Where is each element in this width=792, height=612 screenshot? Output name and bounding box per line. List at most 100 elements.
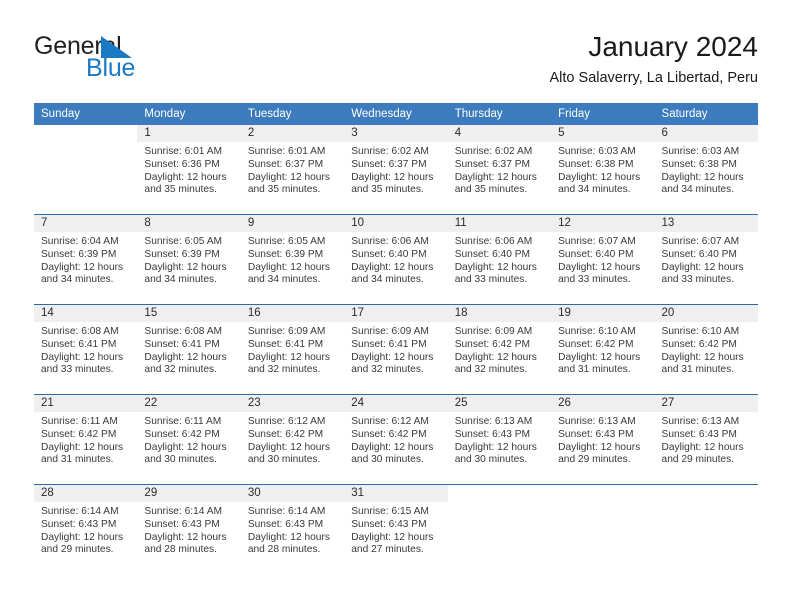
day-number: 4	[447, 125, 552, 142]
week-cells: 28 Sunrise: 6:14 AM Sunset: 6:43 PM Dayligh…	[34, 485, 758, 573]
day-detail-line: Sunset: 6:42 PM	[454, 338, 531, 350]
day-cell[interactable]: 17 Sunrise: 6:09 AM Sunset: 6:41 PM Dayligh…	[344, 305, 448, 393]
day-detail-line: Daylight: 12 hours	[144, 171, 227, 183]
day-detail-line: and 33 minutes.	[661, 274, 735, 286]
day-detail-line: Sunset: 6:42 PM	[144, 428, 220, 440]
day-detail-line: Daylight: 12 hours	[247, 531, 330, 543]
weekday-header-row: Sunday Monday Tuesday Wednesday Thursday Frid…	[34, 103, 758, 125]
day-details: Sunrise: 6:03 AM Sunset: 6:38 PM Daylight:…	[655, 142, 758, 197]
day-detail-line: Sunset: 6:43 PM	[144, 518, 220, 530]
day-cell[interactable]: 29 Sunrise: 6:14 AM Sunset: 6:43 PM Dayligh…	[137, 485, 241, 573]
day-detail-line: and 33 minutes.	[558, 274, 631, 286]
day-details	[551, 502, 654, 506]
day-detail-line: Sunset: 6:42 PM	[41, 428, 117, 440]
day-detail-line: Sunrise: 6:04 AM	[41, 236, 119, 247]
day-number: 30	[240, 485, 345, 502]
day-detail-line: Sunrise: 6:02 AM	[351, 146, 429, 157]
day-number: 25	[447, 395, 552, 412]
week-cells: 21 Sunrise: 6:11 AM Sunset: 6:42 PM Dayligh…	[34, 395, 758, 483]
day-detail-line: Sunset: 6:42 PM	[661, 338, 737, 350]
day-cell[interactable]: 1 Sunrise: 6:01 AM Sunset: 6:36 PM Daylight…	[137, 125, 241, 213]
day-detail-line: Sunrise: 6:07 AM	[661, 236, 740, 247]
day-details: Sunrise: 6:14 AM Sunset: 6:43 PM Daylight:…	[34, 502, 137, 557]
logo-text-blue: Blue	[86, 54, 136, 82]
day-cell[interactable]: 31 Sunrise: 6:15 AM Sunset: 6:43 PM Dayligh…	[344, 485, 448, 573]
day-cell[interactable]: 19 Sunrise: 6:10 AM Sunset: 6:42 PM Dayligh…	[551, 305, 655, 393]
day-detail-line: Sunset: 6:43 PM	[247, 518, 324, 530]
day-detail-line: and 35 minutes.	[247, 184, 321, 196]
day-detail-line: Daylight: 12 hours	[247, 261, 330, 273]
day-cell[interactable]: 5 Sunrise: 6:03 AM Sunset: 6:38 PM Daylight…	[551, 125, 655, 213]
weekday-header-monday: Monday	[144, 108, 186, 120]
day-number: 8	[137, 215, 241, 232]
day-detail-line: Daylight: 12 hours	[144, 261, 227, 273]
day-cell[interactable]: 25 Sunrise: 6:13 AM Sunset: 6:43 PM Dayligh…	[447, 395, 552, 483]
day-detail-line: Sunset: 6:42 PM	[558, 338, 634, 350]
day-number: 13	[654, 215, 758, 232]
day-cell[interactable]: 11 Sunrise: 6:06 AM Sunset: 6:40 PM Dayligh…	[447, 215, 552, 303]
weekday-header-tuesday: Tuesday	[247, 108, 292, 120]
day-number: 20	[654, 305, 758, 322]
day-cell[interactable]: 21 Sunrise: 6:11 AM Sunset: 6:42 PM Dayligh…	[34, 395, 138, 483]
day-detail-line: Sunrise: 6:14 AM	[144, 506, 223, 517]
weekday-header-wednesday: Wednesday	[351, 108, 412, 120]
day-number: 23	[240, 395, 345, 412]
day-cell[interactable]: 30 Sunrise: 6:14 AM Sunset: 6:43 PM Dayligh…	[240, 485, 345, 573]
day-detail-line: Sunset: 6:43 PM	[661, 428, 737, 440]
day-cell[interactable]: 15 Sunrise: 6:08 AM Sunset: 6:41 PM Dayligh…	[137, 305, 241, 393]
day-detail-line: Daylight: 12 hours	[661, 351, 744, 363]
day-cell[interactable]: 26 Sunrise: 6:13 AM Sunset: 6:43 PM Dayligh…	[551, 395, 655, 483]
day-detail-line: Daylight: 12 hours	[41, 531, 124, 543]
day-cell[interactable]: 12 Sunrise: 6:07 AM Sunset: 6:40 PM Dayligh…	[551, 215, 655, 303]
day-cell[interactable]: 28 Sunrise: 6:14 AM Sunset: 6:43 PM Dayligh…	[34, 485, 138, 573]
day-detail-line: and 27 minutes.	[351, 544, 424, 556]
day-cell[interactable]: 14 Sunrise: 6:08 AM Sunset: 6:41 PM Dayligh…	[34, 305, 138, 393]
day-details	[655, 502, 758, 506]
day-detail-line: Daylight: 12 hours	[351, 531, 434, 543]
day-details: Sunrise: 6:11 AM Sunset: 6:42 PM Daylight:…	[34, 412, 137, 467]
day-cell[interactable]: 2 Sunrise: 6:01 AM Sunset: 6:37 PM Daylight…	[240, 125, 345, 213]
day-detail-line: Daylight: 12 hours	[247, 441, 330, 453]
day-number: 7	[34, 215, 138, 232]
day-detail-line: Sunrise: 6:12 AM	[247, 416, 326, 427]
day-cell[interactable]: 4 Sunrise: 6:02 AM Sunset: 6:37 PM Daylight…	[447, 125, 552, 213]
day-detail-line: Sunrise: 6:13 AM	[661, 416, 740, 427]
day-cell[interactable]: 9 Sunrise: 6:05 AM Sunset: 6:39 PM Daylight…	[240, 215, 345, 303]
day-detail-line: Sunrise: 6:03 AM	[661, 146, 740, 157]
day-cell[interactable]: 6 Sunrise: 6:03 AM Sunset: 6:38 PM Daylight…	[654, 125, 758, 213]
day-cell-empty	[551, 485, 655, 573]
day-cell[interactable]: 3 Sunrise: 6:02 AM Sunset: 6:37 PM Daylight…	[344, 125, 448, 213]
day-detail-line: Daylight: 12 hours	[144, 441, 227, 453]
day-detail-line: and 34 minutes.	[144, 274, 217, 286]
day-number: 27	[654, 395, 758, 412]
day-cell[interactable]: 23 Sunrise: 6:12 AM Sunset: 6:42 PM Dayligh…	[240, 395, 345, 483]
day-cell[interactable]: 27 Sunrise: 6:13 AM Sunset: 6:43 PM Dayligh…	[654, 395, 758, 483]
day-details: Sunrise: 6:07 AM Sunset: 6:40 PM Daylight:…	[655, 232, 758, 287]
day-cell[interactable]: 7 Sunrise: 6:04 AM Sunset: 6:39 PM Daylight…	[34, 215, 138, 303]
day-cell[interactable]: 13 Sunrise: 6:07 AM Sunset: 6:40 PM Dayligh…	[654, 215, 758, 303]
day-detail-line: Sunset: 6:40 PM	[454, 248, 531, 260]
day-number: 18	[447, 305, 552, 322]
day-detail-line: Sunset: 6:39 PM	[144, 248, 220, 260]
day-detail-line: and 30 minutes.	[454, 454, 528, 466]
day-cell[interactable]: 24 Sunrise: 6:12 AM Sunset: 6:42 PM Dayligh…	[344, 395, 448, 483]
day-detail-line: and 33 minutes.	[454, 274, 528, 286]
day-number	[447, 485, 552, 502]
day-detail-line: Daylight: 12 hours	[247, 351, 330, 363]
day-cell[interactable]: 8 Sunrise: 6:05 AM Sunset: 6:39 PM Daylight…	[137, 215, 241, 303]
day-detail-line: Daylight: 12 hours	[558, 441, 641, 453]
day-cell[interactable]: 22 Sunrise: 6:11 AM Sunset: 6:42 PM Dayligh…	[137, 395, 241, 483]
day-details: Sunrise: 6:09 AM Sunset: 6:41 PM Daylight:…	[344, 322, 447, 377]
day-cell[interactable]: 20 Sunrise: 6:10 AM Sunset: 6:42 PM Dayligh…	[654, 305, 758, 393]
day-detail-line: Daylight: 12 hours	[558, 261, 641, 273]
day-cell[interactable]: 18 Sunrise: 6:09 AM Sunset: 6:42 PM Dayligh…	[447, 305, 552, 393]
day-detail-line: Daylight: 12 hours	[454, 441, 537, 453]
day-number: 3	[344, 125, 448, 142]
day-detail-line: Daylight: 12 hours	[661, 261, 744, 273]
day-cell[interactable]: 16 Sunrise: 6:09 AM Sunset: 6:41 PM Dayligh…	[240, 305, 345, 393]
day-cell[interactable]: 10 Sunrise: 6:06 AM Sunset: 6:40 PM Dayligh…	[344, 215, 448, 303]
day-number: 19	[551, 305, 655, 322]
day-details: Sunrise: 6:08 AM Sunset: 6:41 PM Daylight:…	[34, 322, 137, 377]
general-blue-logo[interactable]: General Blue	[34, 32, 234, 88]
day-detail-line: Daylight: 12 hours	[558, 351, 641, 363]
